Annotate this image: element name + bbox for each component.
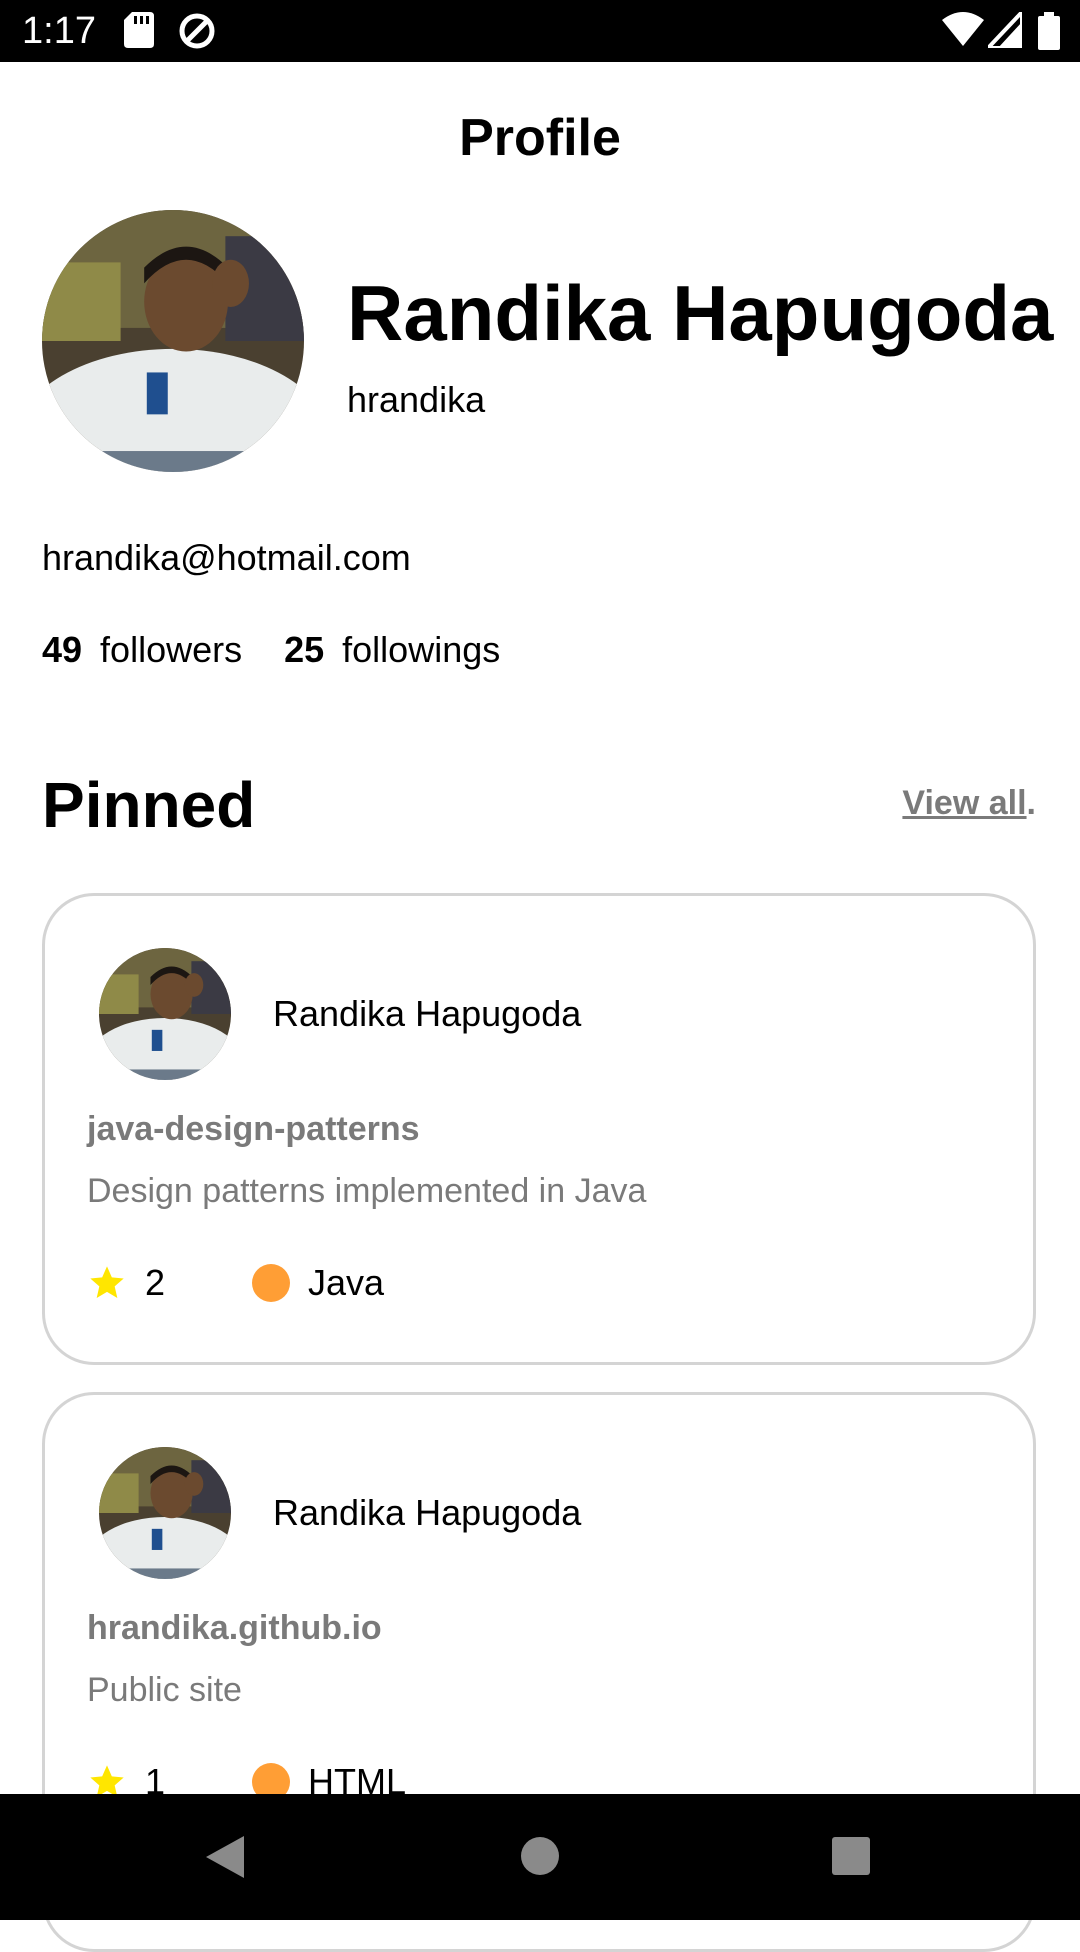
language-color-dot	[252, 1264, 290, 1302]
wifi-icon	[942, 12, 984, 53]
profile-email: hrandika@hotmail.com	[42, 537, 411, 578]
home-icon[interactable]	[520, 1834, 560, 1883]
repo-owner-name: Randika Hapugoda	[273, 993, 582, 1034]
profile-username: hrandika	[347, 379, 486, 420]
view-all-link[interactable]: View all	[902, 784, 1026, 822]
view-all-suffix: .	[1026, 784, 1036, 822]
repo-owner-name: Randika Hapugoda	[273, 1492, 582, 1533]
sd-card-icon	[124, 12, 154, 53]
repo-language: Java	[308, 1262, 385, 1303]
page-title: Profile	[459, 109, 621, 167]
repo-name: java-design-patterns	[87, 1110, 420, 1148]
repo-owner-avatar	[99, 1447, 231, 1579]
repo-description: Public site	[87, 1671, 242, 1709]
repo-description: Design patterns implemented in Java	[87, 1172, 647, 1210]
data-saver-icon	[178, 12, 216, 55]
repo-owner-avatar	[99, 948, 231, 1080]
signal-icon	[983, 6, 1024, 53]
followers-label[interactable]: followers	[100, 629, 242, 670]
pinned-heading: Pinned	[42, 769, 256, 841]
status-time: 1:17	[22, 10, 96, 52]
followers-count: 49	[42, 629, 83, 670]
follow-stats: 49 followers 25 followings	[42, 628, 500, 672]
recents-icon[interactable]	[830, 1834, 872, 1883]
pinned-repo-card[interactable]: Randika Hapugoda java-design-patterns De…	[42, 893, 1036, 1365]
view-all-container: View all.	[902, 782, 1036, 824]
back-icon[interactable]	[204, 1834, 246, 1885]
followings-label[interactable]: followings	[342, 629, 500, 670]
star-count: 2	[145, 1262, 166, 1303]
navigation-bar	[0, 1794, 1080, 1920]
repo-meta: 2 Java	[87, 1258, 687, 1308]
profile-name: Randika Hapugoda	[347, 269, 1054, 357]
repo-name: hrandika.github.io	[87, 1609, 382, 1647]
followings-count: 25	[284, 629, 325, 670]
battery-icon	[1038, 12, 1060, 55]
status-bar: 1:17	[0, 0, 1080, 62]
star-icon	[87, 1263, 127, 1316]
profile-avatar[interactable]	[42, 210, 304, 472]
